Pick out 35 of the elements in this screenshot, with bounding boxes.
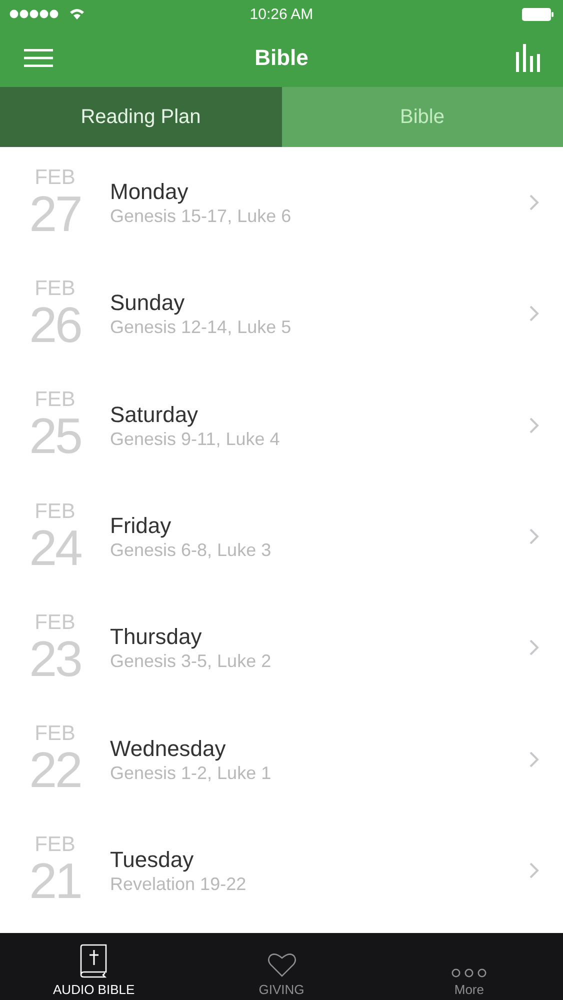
- screen-title: Bible: [254, 44, 308, 70]
- more-icon: [451, 968, 488, 978]
- tab-bar-item[interactable]: GIVING: [188, 933, 376, 1000]
- battery-icon: [522, 8, 554, 20]
- reading-weekday: Sunday: [110, 289, 186, 318]
- chevron-icon: [529, 416, 539, 434]
- wifi-icon: [69, 8, 85, 20]
- signal-icon: [9, 9, 61, 19]
- reading-passages: Genesis 15-17, Luke 6: [110, 206, 292, 228]
- reading-passages: Genesis 1-2, Luke 1: [110, 762, 272, 784]
- chevron-icon: [529, 305, 539, 322]
- tab-bar-item[interactable]: AUDIO BIBLE: [0, 933, 188, 1000]
- reading-weekday: Saturday: [110, 400, 200, 429]
- chevron-icon: [529, 862, 539, 879]
- reading-passages: Genesis 12-14, Luke 5: [110, 317, 292, 338]
- tab-bar-item[interactable]: More: [375, 933, 563, 1000]
- reading-passages: Revelation 19-22: [110, 874, 248, 895]
- segment-tab[interactable]: Reading Plan: [0, 87, 282, 147]
- reading-weekday: Thursday: [110, 623, 203, 652]
- reading-weekday: Wednesday: [110, 734, 227, 763]
- chevron-icon: [529, 750, 539, 768]
- reading-weekday: Monday: [110, 178, 190, 206]
- reading-passages: Genesis 3-5, Luke 2: [110, 651, 272, 672]
- chevron-icon: [529, 194, 539, 212]
- reading-passages: Genesis 6-8, Luke 3: [110, 540, 272, 562]
- reading-weekday: Tuesday: [110, 846, 195, 874]
- reading-passages: Genesis 9-11, Luke 4: [110, 428, 281, 450]
- bar-chart-icon[interactable]: [516, 44, 541, 72]
- reading-weekday: Friday: [110, 512, 172, 540]
- status-time: 10:26 AM: [250, 6, 314, 22]
- menu-icon[interactable]: [24, 48, 53, 68]
- chevron-icon: [529, 639, 539, 656]
- chevron-icon: [529, 528, 539, 546]
- heart-icon: [266, 952, 296, 978]
- book-cross-icon: [78, 944, 109, 978]
